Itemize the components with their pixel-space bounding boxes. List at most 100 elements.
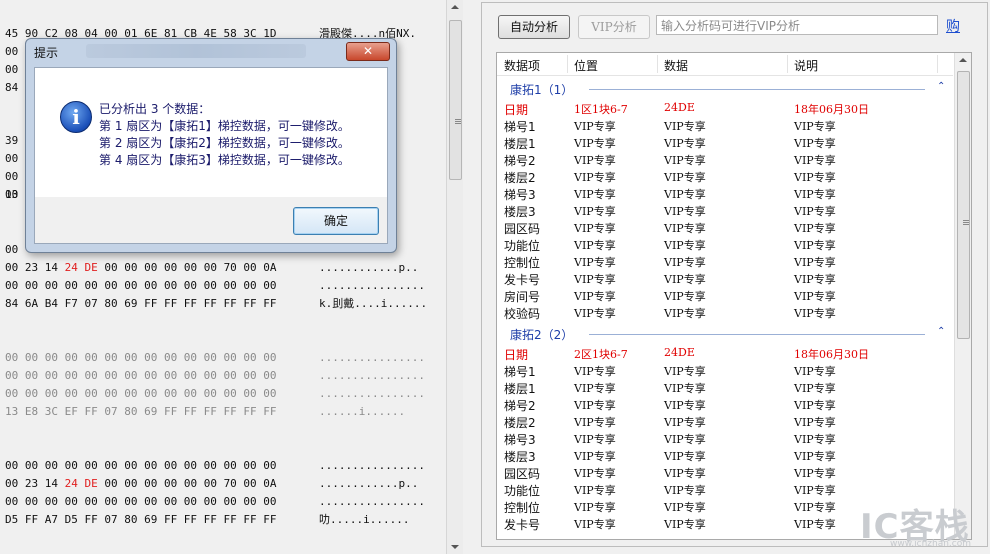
scroll-down-arrow-icon[interactable] (451, 545, 459, 549)
hex-bytes-line[interactable]: 13 (5, 186, 18, 203)
collapse-icon[interactable]: ⌃ (937, 326, 945, 337)
ascii-line[interactable]: k.刞戴....i...... (319, 295, 427, 312)
table-row[interactable]: 梯号1 VIP专享 VIP专享 VIP专享 (497, 362, 953, 379)
hex-bytes-line[interactable]: 00 00 00 00 00 00 00 00 00 00 00 00 00 0… (5, 349, 277, 366)
table-row[interactable]: 园区码 VIP专享 VIP专享 VIP专享 (497, 219, 953, 236)
column-header-position[interactable]: 位置 (574, 57, 598, 74)
table-scrollbar[interactable] (954, 53, 971, 539)
table-row[interactable]: 校验码 VIP专享 VIP专享 VIP专享 (497, 304, 953, 321)
cell-position: VIP专享 (574, 518, 616, 531)
scroll-thumb[interactable] (957, 71, 970, 339)
hex-scrollbar[interactable] (446, 0, 463, 554)
table-row[interactable]: 梯号2 VIP专享 VIP专享 VIP专享 (497, 396, 953, 413)
cell-data: VIP专享 (664, 205, 706, 218)
dialog-title-bar[interactable] (86, 44, 306, 58)
hex-bytes-line[interactable]: 00 (5, 150, 18, 167)
cell-description: VIP专享 (794, 171, 836, 184)
table-row[interactable]: 楼层2 VIP专享 VIP专享 VIP专享 (497, 168, 953, 185)
group-header[interactable]: 康拓1（1） ⌃ (497, 79, 953, 99)
dialog-message-line: 已分析出 3 个数据： (99, 102, 211, 116)
cell-item: 功能位 (504, 484, 541, 498)
panel-splitter[interactable] (465, 0, 478, 554)
hex-bytes-line[interactable]: 13 E8 3C EF FF 07 80 69 FF FF FF FF FF F… (5, 403, 277, 420)
table-row[interactable]: 楼层3 VIP专享 VIP专享 VIP专享 (497, 447, 953, 464)
hex-bytes-line[interactable]: D5 FF A7 D5 FF 07 80 69 FF FF FF FF FF F… (5, 511, 277, 528)
column-header-item[interactable]: 数据项 (504, 57, 540, 74)
ascii-line[interactable]: ............p.. (319, 475, 418, 492)
table-row[interactable]: 控制位 VIP专享 VIP专享 VIP专享 (497, 253, 953, 270)
auto-analyze-button[interactable]: 自动分析 (498, 15, 570, 39)
ok-button[interactable]: 确定 (293, 207, 379, 235)
group-title: 康拓2（2） (510, 328, 574, 342)
table-row[interactable]: 楼层1 VIP专享 VIP专享 VIP专享 (497, 379, 953, 396)
hex-bytes-line[interactable]: 00 23 14 24 DE 00 00 00 00 00 00 70 00 0… (5, 259, 277, 276)
cell-item: 楼层3 (504, 205, 536, 219)
hex-bytes-line[interactable]: 00 00 00 00 00 00 00 00 00 00 00 00 00 0… (5, 367, 277, 384)
column-divider[interactable] (567, 55, 568, 73)
ascii-line[interactable]: ................ (319, 349, 425, 366)
table-row[interactable]: 功能位 VIP专享 VIP专享 VIP专享 (497, 236, 953, 253)
collapse-icon[interactable]: ⌃ (937, 81, 945, 92)
hex-bytes-line[interactable]: 00 (5, 61, 18, 78)
column-header-data[interactable]: 数据 (664, 57, 688, 74)
cell-data: VIP专享 (664, 382, 706, 395)
table-row[interactable]: 楼层3 VIP专享 VIP专享 VIP专享 (497, 202, 953, 219)
ascii-line[interactable]: ................ (319, 367, 425, 384)
cell-item: 梯号2 (504, 399, 536, 413)
scroll-up-arrow-icon[interactable] (451, 5, 459, 9)
cell-position: VIP专享 (574, 433, 616, 446)
hex-bytes-line[interactable]: 84 (5, 79, 18, 96)
hex-bytes-line[interactable]: 00 (5, 43, 18, 60)
table-row[interactable]: 房间号 VIP专享 VIP专享 VIP专享 (497, 287, 953, 304)
ascii-line[interactable]: ................ (319, 457, 425, 474)
ascii-line[interactable]: ......i...... (319, 403, 405, 420)
hex-bytes-line[interactable]: 00 00 00 00 00 00 00 00 00 00 00 00 00 0… (5, 277, 277, 294)
analysis-code-input[interactable]: 输入分析码可进行VIP分析 (656, 15, 938, 35)
column-divider[interactable] (787, 55, 788, 73)
hex-bytes-line[interactable]: 00 (5, 168, 18, 185)
cell-position: VIP专享 (574, 450, 616, 463)
table-row[interactable]: 日期 1区1块6-7 24DE 18年06月30日 (497, 100, 953, 117)
cell-data: VIP专享 (664, 137, 706, 150)
table-row[interactable]: 楼层1 VIP专享 VIP专享 VIP专享 (497, 134, 953, 151)
hex-bytes-line[interactable]: 00 00 00 00 00 00 00 00 00 00 00 00 00 0… (5, 493, 277, 510)
hex-bytes-line[interactable]: 00 23 14 24 DE 00 00 00 00 00 00 70 00 0… (5, 475, 277, 492)
cell-item: 梯号1 (504, 120, 536, 134)
scroll-thumb[interactable] (449, 20, 462, 180)
table-row[interactable]: 日期 2区1块6-7 24DE 18年06月30日 (497, 345, 953, 362)
cell-position: VIP专享 (574, 120, 616, 133)
hex-bytes-line[interactable]: 00 (5, 241, 18, 258)
ascii-line[interactable]: ................ (319, 385, 425, 402)
vip-analyze-button[interactable]: VIP分析 (578, 15, 650, 39)
table-row[interactable]: 功能位 VIP专享 VIP专享 VIP专享 (497, 481, 953, 498)
hex-bytes-line[interactable]: 84 6A B4 F7 07 80 69 FF FF FF FF FF FF F… (5, 295, 277, 312)
grip-icon (963, 220, 969, 221)
cell-item: 发卡号 (504, 273, 541, 287)
ascii-line[interactable]: ............p.. (319, 259, 418, 276)
hex-bytes: 00 00 00 00 00 00 70 00 0A (97, 261, 277, 274)
ascii-line[interactable]: ................ (319, 493, 425, 510)
hex-bytes-line[interactable]: 39 (5, 132, 18, 149)
table-row[interactable]: 梯号2 VIP专享 VIP专享 VIP专享 (497, 151, 953, 168)
cell-description: 18年06月30日 (794, 348, 869, 361)
buy-link[interactable]: 购 (946, 16, 960, 36)
ascii-line[interactable]: ................ (319, 277, 425, 294)
group-header[interactable]: 康拓2（2） ⌃ (497, 324, 953, 344)
table-row[interactable]: 楼层2 VIP专享 VIP专享 VIP专享 (497, 413, 953, 430)
ascii-line[interactable]: 叻.....i...... (319, 511, 409, 528)
table-row[interactable]: 园区码 VIP专享 VIP专享 VIP专享 (497, 464, 953, 481)
table-row[interactable]: 发卡号 VIP专享 VIP专享 VIP专享 (497, 270, 953, 287)
hex-bytes-line[interactable]: 00 00 00 00 00 00 00 00 00 00 00 00 00 0… (5, 457, 277, 474)
cell-description: VIP专享 (794, 307, 836, 320)
cell-position: VIP专享 (574, 154, 616, 167)
column-header-description[interactable]: 说明 (794, 57, 818, 74)
table-row[interactable]: 梯号3 VIP专享 VIP专享 VIP专享 (497, 430, 953, 447)
scroll-up-arrow-icon[interactable] (959, 58, 967, 62)
column-divider[interactable] (657, 55, 658, 73)
hex-bytes-line[interactable]: 00 00 00 00 00 00 00 00 00 00 00 00 00 0… (5, 385, 277, 402)
cell-item: 控制位 (504, 501, 541, 515)
table-row[interactable]: 梯号3 VIP专享 VIP专享 VIP专享 (497, 185, 953, 202)
column-divider[interactable] (937, 55, 938, 73)
table-row[interactable]: 梯号1 VIP专享 VIP专享 VIP专享 (497, 117, 953, 134)
close-icon[interactable]: ✕ (346, 42, 390, 61)
